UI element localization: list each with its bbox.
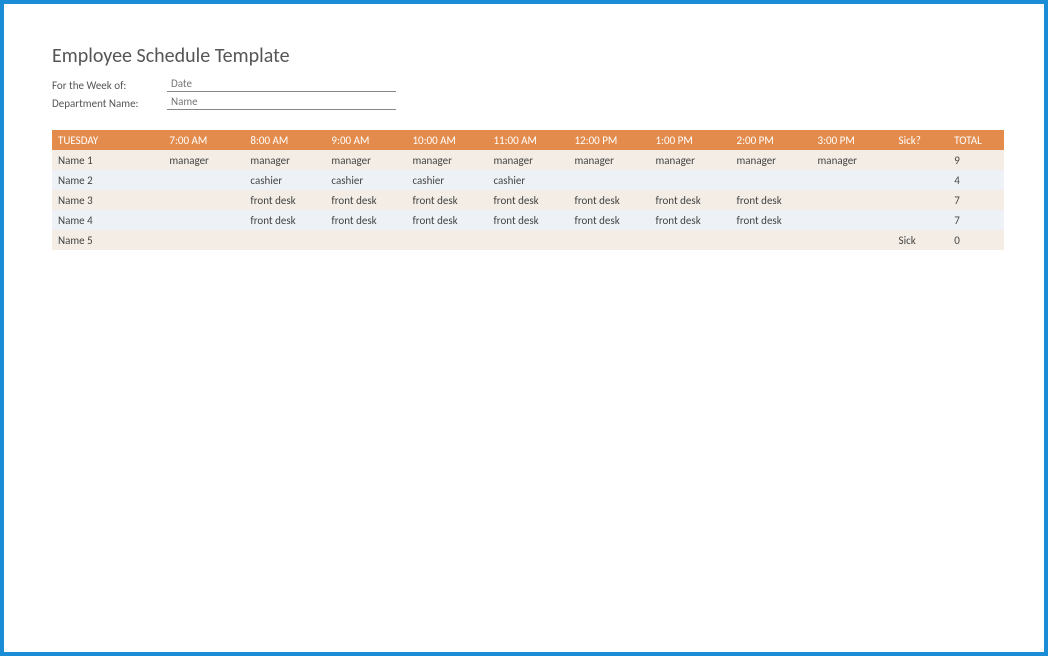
employee-name-cell[interactable]: Name 5 (52, 230, 163, 250)
shift-cell[interactable] (163, 190, 244, 210)
shift-cell[interactable] (649, 230, 730, 250)
employee-name-cell[interactable]: Name 3 (52, 190, 163, 210)
employee-name-cell[interactable]: Name 2 (52, 170, 163, 190)
shift-cell[interactable]: cashier (406, 170, 487, 190)
employee-name-cell[interactable]: Name 1 (52, 150, 163, 170)
shift-cell[interactable] (812, 170, 893, 190)
shift-cell[interactable] (812, 190, 893, 210)
shift-cell[interactable]: front desk (325, 210, 406, 230)
shift-cell[interactable] (731, 170, 812, 190)
total-cell: 7 (948, 190, 1004, 210)
table-row: Name 2cashiercashiercashiercashier4 (52, 170, 1004, 190)
shift-cell[interactable]: front desk (325, 190, 406, 210)
total-cell: 0 (948, 230, 1004, 250)
shift-cell[interactable] (568, 170, 649, 190)
header-time: 12:00 PM (568, 130, 649, 150)
week-row: For the Week of: Date (52, 74, 996, 92)
worksheet: Employee Schedule Template For the Week … (4, 4, 1044, 250)
shift-cell[interactable]: cashier (325, 170, 406, 190)
shift-cell[interactable]: cashier (487, 170, 568, 190)
shift-cell[interactable]: manager (568, 150, 649, 170)
header-sick: Sick? (893, 130, 949, 150)
shift-cell[interactable]: front desk (244, 190, 325, 210)
header-time: 9:00 AM (325, 130, 406, 150)
shift-cell[interactable]: front desk (731, 190, 812, 210)
table-row: Name 1managermanagermanagermanagermanage… (52, 150, 1004, 170)
shift-cell[interactable]: manager (325, 150, 406, 170)
shift-cell[interactable]: front desk (487, 190, 568, 210)
shift-cell[interactable]: manager (163, 150, 244, 170)
shift-cell[interactable]: manager (649, 150, 730, 170)
employee-name-cell[interactable]: Name 4 (52, 210, 163, 230)
shift-cell[interactable]: cashier (244, 170, 325, 190)
header-time: 3:00 PM (812, 130, 893, 150)
shift-cell[interactable]: front desk (406, 210, 487, 230)
schedule-table: TUESDAY 7:00 AM 8:00 AM 9:00 AM 10:00 AM… (52, 130, 1004, 250)
shift-cell[interactable] (487, 230, 568, 250)
header-time: 2:00 PM (731, 130, 812, 150)
week-input[interactable]: Date (167, 77, 396, 92)
sick-cell[interactable] (893, 170, 949, 190)
total-cell: 7 (948, 210, 1004, 230)
shift-cell[interactable]: front desk (406, 190, 487, 210)
shift-cell[interactable] (163, 210, 244, 230)
dept-input[interactable]: Name (167, 95, 396, 110)
shift-cell[interactable]: manager (487, 150, 568, 170)
shift-cell[interactable]: front desk (568, 210, 649, 230)
shift-cell[interactable] (244, 230, 325, 250)
shift-cell[interactable] (163, 170, 244, 190)
shift-cell[interactable]: manager (731, 150, 812, 170)
header-total: TOTAL (948, 130, 1004, 150)
shift-cell[interactable] (406, 230, 487, 250)
shift-cell[interactable] (163, 230, 244, 250)
table-row: Name 4front deskfront deskfront deskfron… (52, 210, 1004, 230)
sick-cell[interactable]: Sick (893, 230, 949, 250)
shift-cell[interactable] (731, 230, 812, 250)
shift-cell[interactable]: front desk (649, 210, 730, 230)
shift-cell[interactable]: front desk (244, 210, 325, 230)
sick-cell[interactable] (893, 210, 949, 230)
total-cell: 9 (948, 150, 1004, 170)
header-day: TUESDAY (52, 130, 163, 150)
sick-cell[interactable] (893, 190, 949, 210)
table-row: Name 3front deskfront deskfront deskfron… (52, 190, 1004, 210)
shift-cell[interactable] (812, 210, 893, 230)
shift-cell[interactable] (812, 230, 893, 250)
sick-cell[interactable] (893, 150, 949, 170)
shift-cell[interactable]: front desk (487, 210, 568, 230)
total-cell: 4 (948, 170, 1004, 190)
shift-cell[interactable]: manager (812, 150, 893, 170)
shift-cell[interactable] (649, 170, 730, 190)
shift-cell[interactable]: manager (244, 150, 325, 170)
shift-cell[interactable]: front desk (731, 210, 812, 230)
header-row: TUESDAY 7:00 AM 8:00 AM 9:00 AM 10:00 AM… (52, 130, 1004, 150)
shift-cell[interactable] (568, 230, 649, 250)
shift-cell[interactable]: front desk (649, 190, 730, 210)
shift-cell[interactable] (325, 230, 406, 250)
dept-label: Department Name: (52, 97, 167, 110)
shift-cell[interactable]: manager (406, 150, 487, 170)
header-time: 10:00 AM (406, 130, 487, 150)
header-time: 1:00 PM (649, 130, 730, 150)
table-row: Name 5 Sick0 (52, 230, 1004, 250)
shift-cell[interactable]: front desk (568, 190, 649, 210)
header-time: 7:00 AM (163, 130, 244, 150)
dept-row: Department Name: Name (52, 92, 996, 110)
header-time: 11:00 AM (487, 130, 568, 150)
page-title: Employee Schedule Template (52, 44, 996, 68)
header-time: 8:00 AM (244, 130, 325, 150)
week-label: For the Week of: (52, 79, 167, 92)
